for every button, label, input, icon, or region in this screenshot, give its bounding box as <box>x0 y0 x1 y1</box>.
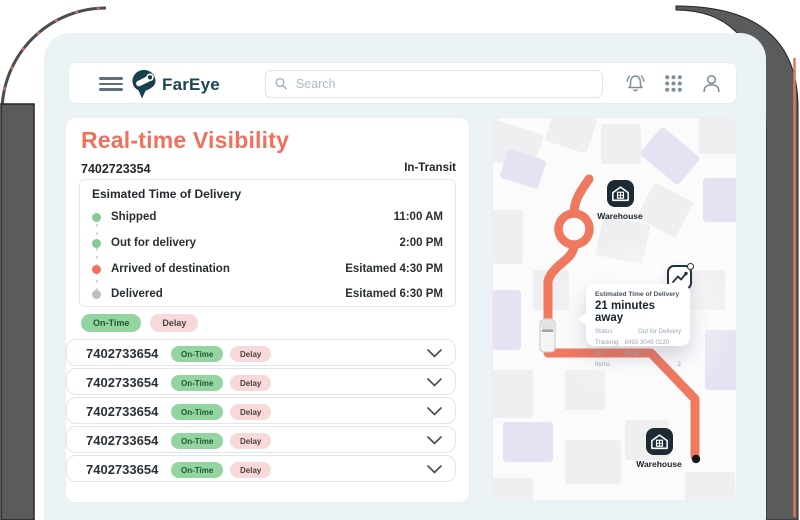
tooltip-eta: 21 minutes away <box>595 300 681 324</box>
step-time: Esitamed 4:30 PM <box>345 263 443 275</box>
step-time: 2:00 PM <box>400 237 443 249</box>
screen: FarEye <box>0 0 800 520</box>
on-time-badge: On-Time <box>171 375 223 391</box>
notification-bell-icon[interactable] <box>625 73 646 94</box>
search-icon <box>274 76 289 92</box>
tooltip-row: Items 2 <box>595 360 681 371</box>
step-dot-done <box>92 213 101 222</box>
timeline-step: Out for delivery 2:00 PM <box>80 237 455 251</box>
tooltip-row-label: Items <box>595 360 610 371</box>
timeline-step: Delivered Esitamed 6:30 PM <box>80 288 455 302</box>
on-time-badge: On-Time <box>171 462 223 478</box>
chevron-down-icon[interactable] <box>427 349 442 358</box>
warehouse-label: Warehouse <box>590 211 650 221</box>
route-end-dot <box>692 455 700 463</box>
step-label: Delivered <box>111 288 163 300</box>
step-label: Arrived of destination <box>111 263 230 275</box>
tracking-header: 7402723354 In-Transit <box>81 162 456 176</box>
fareye-pin-icon <box>131 69 158 100</box>
tracking-number: 7402723354 <box>81 162 151 176</box>
shipment-id: 7402733654 <box>86 346 158 361</box>
step-label: Out for delivery <box>111 237 196 249</box>
eta-tooltip: Estimated Time of Delivery 21 minutes aw… <box>586 284 690 346</box>
on-time-badge: On-Time <box>171 346 223 362</box>
timeline-step: Shipped 11:00 AM <box>80 211 455 225</box>
shipment-row[interactable]: 7402733654 On-Time Delay <box>66 426 456 453</box>
apps-grid-icon[interactable] <box>663 73 684 94</box>
delay-badge: Delay <box>230 462 271 478</box>
shipment-row[interactable]: 7402733654 On-Time Delay <box>66 339 456 366</box>
delay-badge: Delay <box>230 404 271 420</box>
shipment-id: 7402733654 <box>86 462 158 477</box>
delay-badge: Delay <box>230 346 271 362</box>
page-title: Real-time Visibility <box>81 127 289 154</box>
top-bar: FarEye <box>68 62 737 104</box>
search-input[interactable] <box>296 77 594 91</box>
tooltip-row: Status Out for Delivery <box>595 327 681 338</box>
step-dot-current <box>92 265 101 274</box>
delay-badge: Delay <box>230 433 271 449</box>
filter-delay[interactable]: Delay <box>150 314 198 332</box>
menu-icon[interactable] <box>99 77 123 91</box>
profile-icon[interactable] <box>701 73 722 94</box>
filter-bar: On-Time Delay <box>81 314 198 332</box>
tooltip-row-value: 2 <box>678 360 681 371</box>
shipment-row[interactable]: 7402733654 On-Time Delay <box>66 397 456 424</box>
chevron-down-icon[interactable] <box>427 378 442 387</box>
shipment-id: 7402733654 <box>86 404 158 419</box>
shipment-row[interactable]: 7402733654 On-Time Delay <box>66 455 456 482</box>
timeline-step: Arrived of destination Esitamed 4:30 PM <box>80 263 455 277</box>
chevron-down-icon[interactable] <box>427 436 442 445</box>
chevron-down-icon[interactable] <box>427 465 442 474</box>
on-time-badge: On-Time <box>171 433 223 449</box>
warehouse-icon[interactable] <box>607 180 634 207</box>
warehouse-icon[interactable] <box>646 428 673 455</box>
brand-name: FarEye <box>162 75 220 95</box>
tooltip-row-value: 8493 3049 0220 4515 <box>624 338 681 360</box>
status-badge: In-Transit <box>404 162 456 176</box>
tooltip-row-value: Out for Delivery <box>638 327 681 338</box>
warehouse-label: Warehouse <box>629 459 689 469</box>
fareye-logo[interactable]: FarEye <box>131 69 220 100</box>
shipment-id: 7402733654 <box>86 375 158 390</box>
step-label: Shipped <box>111 211 156 223</box>
truck-icon <box>540 318 555 352</box>
eta-card: Esimated Time of Delivery Shipped 11:00 … <box>79 179 456 307</box>
tooltip-row-label: Tracking ID <box>595 338 624 360</box>
delay-badge: Delay <box>230 375 271 391</box>
tooltip-row-label: Status <box>595 327 613 338</box>
step-dot-done <box>92 239 101 248</box>
filter-on-time[interactable]: On-Time <box>81 314 141 332</box>
shipment-id: 7402733654 <box>86 433 158 448</box>
spark-dot <box>687 263 694 270</box>
eta-card-title: Esimated Time of Delivery <box>92 187 241 201</box>
search-box[interactable] <box>265 70 603 98</box>
tooltip-row: Tracking ID 8493 3049 0220 4515 <box>595 338 681 360</box>
tooltip-title: Estimated Time of Delivery <box>595 291 681 298</box>
chevron-down-icon[interactable] <box>427 407 442 416</box>
map-panel: Warehouse Warehouse Estimated Time of De… <box>492 117 737 501</box>
shipment-row[interactable]: 7402733654 On-Time Delay <box>66 368 456 395</box>
step-dot-pending <box>92 290 101 299</box>
on-time-badge: On-Time <box>171 404 223 420</box>
visibility-panel: Real-time Visibility 7402723354 In-Trans… <box>65 117 470 503</box>
step-time: 11:00 AM <box>394 211 443 223</box>
step-time: Esitamed 6:30 PM <box>345 288 443 300</box>
